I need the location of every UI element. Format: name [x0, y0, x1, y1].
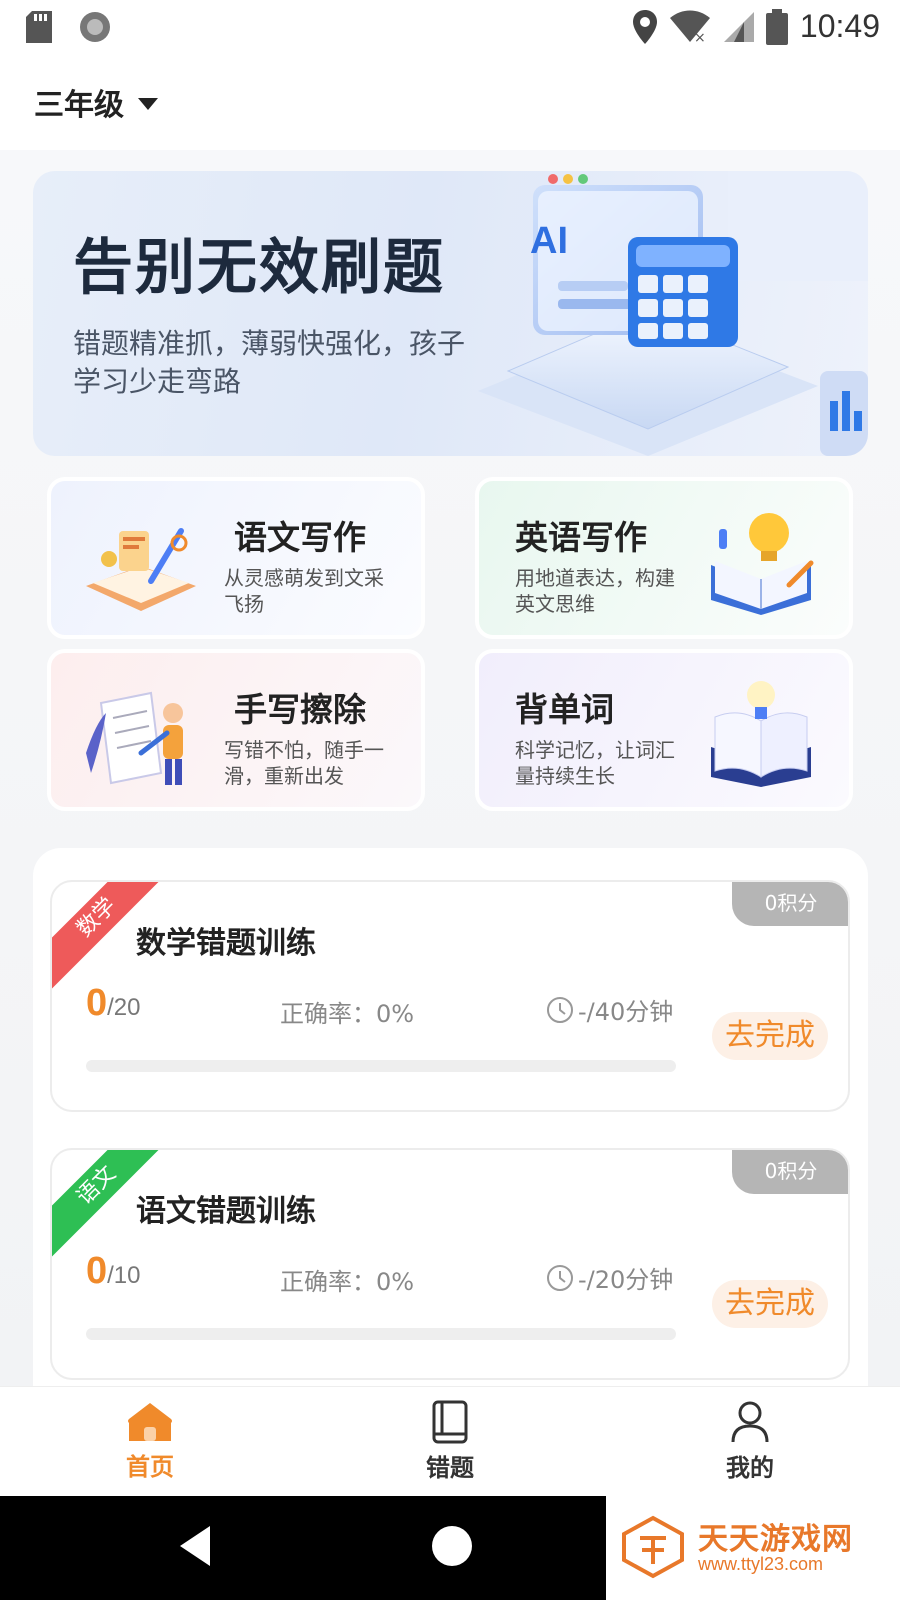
complete-button[interactable]: 去完成 — [712, 1012, 828, 1060]
chevron-down-icon — [138, 98, 158, 110]
feature-card-english-writing[interactable]: 英语写作 用地道表达，构建英文思维 — [475, 477, 853, 639]
feature-desc: 从灵感萌发到文采飞扬 — [224, 566, 384, 616]
bottom-nav: 首页 错题 我的 — [0, 1386, 900, 1496]
watermark-url: www.ttyl23.com — [698, 1554, 824, 1574]
open-book-icon — [711, 681, 811, 787]
nav-profile[interactable]: 我的 — [600, 1387, 900, 1496]
complete-button[interactable]: 去完成 — [712, 1280, 828, 1328]
clock-icon — [547, 996, 573, 1023]
feature-card-handwriting-erase[interactable]: 手写擦除 写错不怕，随手一滑，重新出发 — [47, 649, 425, 811]
watermark-logo-icon — [622, 1515, 684, 1579]
book-lightbulb-icon — [711, 513, 814, 615]
feature-title: 英语写作 — [515, 518, 647, 557]
banner-title: 告别无效刷题 — [73, 233, 445, 303]
book-icon — [432, 1400, 468, 1444]
task-card-math[interactable]: 数学 数学错题训练 0积分 0/20 正确率：0% -/40分钟 去完成 — [50, 880, 850, 1112]
top-bar: 三年级 — [0, 56, 900, 150]
accuracy-text: 正确率：0% — [280, 1268, 415, 1296]
svg-text:×: × — [694, 30, 706, 44]
status-bar: × 10:49 — [0, 0, 900, 56]
progress-bar — [86, 1060, 676, 1072]
user-icon — [731, 1401, 769, 1443]
task-title: 数学错题训练 — [136, 926, 316, 961]
progress-count: 0/20 — [86, 982, 141, 1025]
done-count: 0 — [86, 982, 108, 1024]
nav-label: 错题 — [426, 1454, 474, 1482]
points-badge: 0积分 — [732, 1150, 848, 1194]
nav-home[interactable]: 首页 — [0, 1387, 300, 1496]
home-icon — [128, 1403, 172, 1441]
watermark-title: 天天游戏网 — [698, 1522, 853, 1557]
battery-icon — [765, 8, 788, 45]
watermark: 天天游戏网 www.ttyl23.com — [606, 1496, 900, 1600]
location-icon — [632, 9, 657, 44]
duration-text: -/20分钟 — [578, 1266, 674, 1294]
progress-bar — [86, 1328, 676, 1340]
system-nav-bar: 天天游戏网 www.ttyl23.com — [0, 1496, 900, 1600]
total-count: /20 — [107, 994, 141, 1021]
clock: 10:49 — [799, 8, 880, 44]
points-badge: 0积分 — [732, 882, 848, 926]
grade-label: 三年级 — [34, 88, 124, 123]
ai-illustration-icon: AI — [478, 171, 868, 456]
feature-desc: 科学记忆，让词汇量持续生长 — [515, 738, 675, 788]
task-title: 语文错题训练 — [136, 1194, 316, 1229]
promo-banner[interactable]: 告别无效刷题 错题精准抓，薄弱快强化，孩子学习少走弯路 AI — [33, 171, 868, 456]
record-icon — [80, 12, 110, 42]
total-count: /10 — [107, 1262, 141, 1289]
home-button-icon[interactable] — [432, 1526, 472, 1566]
feature-title: 背单词 — [515, 690, 614, 729]
feature-title: 手写擦除 — [234, 690, 366, 729]
duration-text: -/40分钟 — [578, 998, 674, 1026]
done-count: 0 — [86, 1250, 108, 1292]
sd-card-icon — [26, 11, 52, 43]
task-card-chinese[interactable]: 语文 语文错题训练 0积分 0/10 正确率：0% -/20分钟 去完成 — [50, 1148, 850, 1380]
feature-card-chinese-writing[interactable]: 语文写作 从灵感萌发到文采飞扬 — [47, 477, 425, 639]
nav-label: 首页 — [126, 1453, 174, 1481]
progress-count: 0/10 — [86, 1250, 141, 1293]
feature-card-vocabulary[interactable]: 背单词 科学记忆，让词汇量持续生长 — [475, 649, 853, 811]
person-writing-icon — [86, 691, 183, 785]
feature-desc: 写错不怕，随手一滑，重新出发 — [224, 738, 384, 788]
writing-desk-icon — [86, 528, 196, 611]
accuracy-text: 正确率：0% — [280, 1000, 415, 1028]
nav-label: 我的 — [726, 1454, 774, 1482]
grade-selector[interactable]: 三年级 — [34, 80, 158, 124]
wifi-icon: × — [669, 10, 710, 44]
duration: -/40分钟 — [546, 992, 673, 1027]
svg-text:AI: AI — [530, 220, 568, 262]
duration: -/20分钟 — [546, 1260, 673, 1295]
banner-subtitle: 错题精准抓，薄弱快强化，孩子学习少走弯路 — [73, 327, 466, 398]
feature-desc: 用地道表达，构建英文思维 — [515, 566, 675, 616]
signal-icon — [723, 11, 754, 42]
back-icon[interactable] — [180, 1526, 210, 1566]
clock-icon — [547, 1264, 573, 1291]
feature-title: 语文写作 — [234, 518, 366, 557]
nav-mistakes[interactable]: 错题 — [300, 1387, 600, 1496]
